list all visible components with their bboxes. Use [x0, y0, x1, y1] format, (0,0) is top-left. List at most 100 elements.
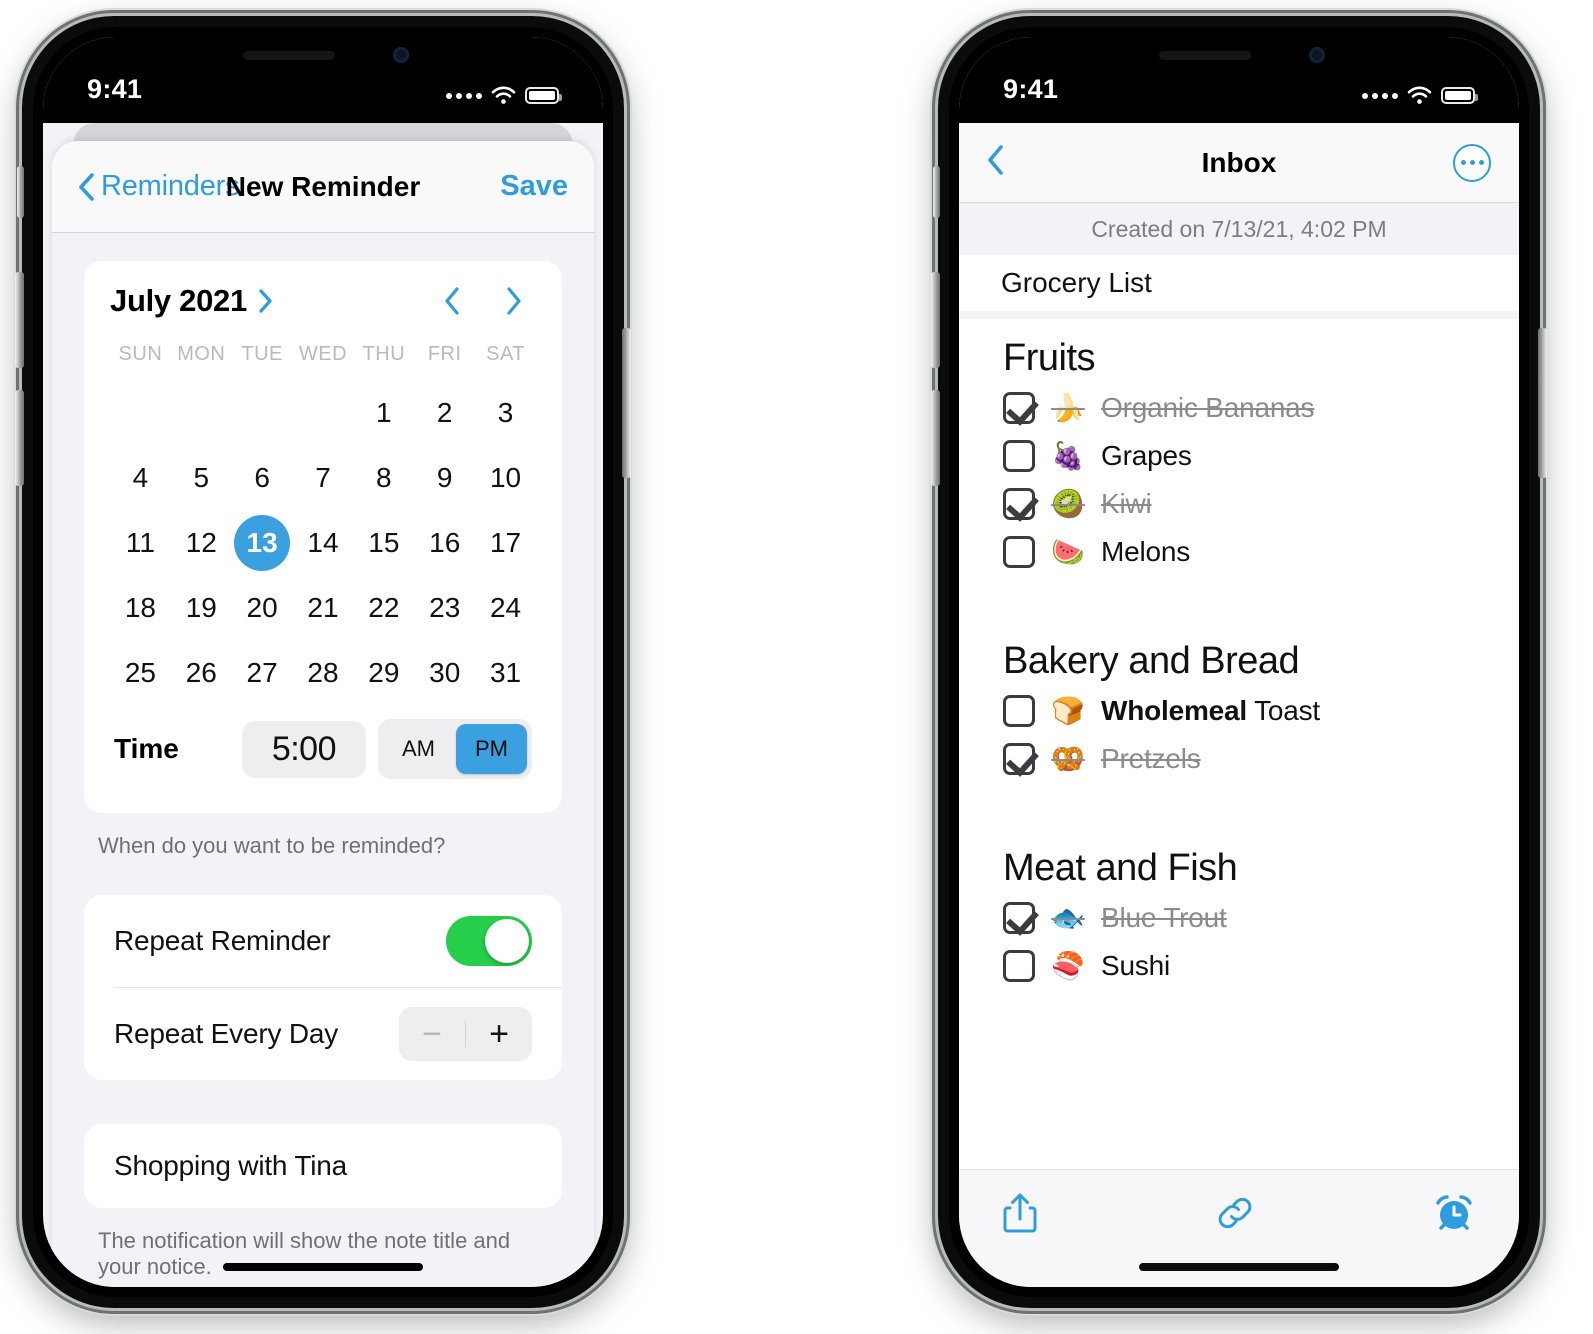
month-label: July 2021 [110, 283, 247, 318]
calendar-cell: 10 [475, 445, 536, 510]
silent-switch[interactable] [17, 166, 24, 218]
calendar-day[interactable]: 1 [356, 385, 412, 441]
note-body[interactable]: Fruits 🍌 Organic Bananas 🍇 Grapes 🥝 Kiwi 🍉 Melon… [979, 319, 1499, 1169]
checklist-item-label: Kiwi [1101, 488, 1152, 519]
previous-month-button[interactable] [444, 287, 460, 315]
calendar-day[interactable]: 15 [356, 515, 412, 571]
calendar-day[interactable]: 19 [173, 580, 229, 636]
calendar-day[interactable]: 22 [356, 580, 412, 636]
calendar-day[interactable]: 25 [112, 645, 168, 701]
volume-up-button[interactable] [15, 272, 24, 368]
calendar-day[interactable]: 6 [234, 450, 290, 506]
calendar-day[interactable]: 5 [173, 450, 229, 506]
content-gap [959, 311, 1519, 319]
new-reminder-sheet: Reminders New Reminder Save July 2021 SU… [52, 141, 594, 1287]
checklist-item[interactable]: 🍇 Grapes [1003, 432, 1475, 480]
calendar-day[interactable]: 21 [295, 580, 351, 636]
calendar-cell: 31 [475, 640, 536, 705]
calendar-cell: 14 [293, 510, 354, 575]
note-title-card[interactable]: Shopping with Tina [84, 1124, 562, 1208]
calendar-day[interactable]: 14 [295, 515, 351, 571]
checkbox-checked[interactable] [1003, 488, 1035, 520]
checklist-item[interactable]: 🍣 Sushi [1003, 942, 1475, 990]
calendar-day[interactable]: 10 [478, 450, 534, 506]
calendar-day[interactable]: 31 [478, 645, 534, 701]
checklist-item[interactable]: 🥨 Pretzels [1003, 735, 1475, 783]
checklist-item-label-bold: Wholemeal [1101, 695, 1248, 726]
home-indicator[interactable] [223, 1263, 423, 1271]
alarm-clock-icon[interactable] [1433, 1192, 1475, 1239]
checkbox-unchecked[interactable] [1003, 536, 1035, 568]
navigation-bar: Reminders New Reminder Save [52, 141, 594, 233]
power-button[interactable] [622, 328, 631, 478]
checklist-item[interactable]: 🍉 Melons [1003, 528, 1475, 576]
calendar-cell: 26 [171, 640, 232, 705]
pm-option[interactable]: PM [456, 724, 527, 774]
next-month-button[interactable] [506, 287, 522, 315]
checkbox-checked[interactable] [1003, 902, 1035, 934]
calendar-day[interactable]: 2 [417, 385, 473, 441]
battery-icon [525, 87, 562, 104]
calendar-day[interactable]: 9 [417, 450, 473, 506]
repeat-reminder-row[interactable]: Repeat Reminder [84, 895, 562, 987]
calendar-grid: SUN MON TUE WED THU FRI SAT 1 2 3 4 5 6 7 8 9 10 11 12 13 14… [110, 335, 536, 705]
cellular-dots-icon [1362, 92, 1398, 99]
calendar-day[interactable]: 4 [112, 450, 168, 506]
checklist-item[interactable]: 🥝 Kiwi [1003, 480, 1475, 528]
stepper-decrement-button[interactable]: − [399, 1017, 465, 1051]
calendar-day[interactable]: 27 [234, 645, 290, 701]
calendar-day[interactable]: 16 [417, 515, 473, 571]
volume-down-button[interactable] [931, 390, 940, 486]
calendar-day[interactable]: 28 [295, 645, 351, 701]
calendar-day[interactable]: 11 [112, 515, 168, 571]
calendar-day[interactable]: 7 [295, 450, 351, 506]
checkbox-unchecked[interactable] [1003, 950, 1035, 982]
calendar-day[interactable]: 20 [234, 580, 290, 636]
checklist-item[interactable]: 🍌 Organic Bananas [1003, 384, 1475, 432]
calendar-day[interactable]: 3 [478, 385, 534, 441]
note-title-input[interactable]: Grocery List [979, 255, 1499, 311]
calendar-day[interactable]: 24 [478, 580, 534, 636]
time-input[interactable]: 5:00 [241, 720, 366, 778]
calendar-day[interactable]: 17 [478, 515, 534, 571]
checkbox-checked[interactable] [1003, 743, 1035, 775]
calendar-day-selected[interactable]: 13 [234, 514, 291, 571]
watermelon-emoji: 🍉 [1051, 536, 1085, 567]
month-selector-button[interactable]: July 2021 [110, 283, 272, 319]
checklist-item[interactable]: 🍞 Wholemeal Toast [1003, 687, 1475, 735]
power-button[interactable] [1538, 328, 1547, 478]
created-on-label: Created on 7/13/21, 4:02 PM [959, 203, 1519, 255]
checklist-item-label: Pretzels [1101, 743, 1201, 774]
status-bar-time: 9:41 [87, 74, 143, 104]
link-icon[interactable] [1214, 1192, 1256, 1239]
calendar-day[interactable]: 30 [417, 645, 473, 701]
silent-switch[interactable] [933, 166, 940, 218]
status-bar-indicators [446, 86, 562, 105]
calendar-day[interactable]: 12 [173, 515, 229, 571]
calendar-cell: 15 [353, 510, 414, 575]
volume-up-button[interactable] [931, 272, 940, 368]
chevron-right-icon [259, 289, 272, 313]
home-indicator[interactable] [1139, 1263, 1339, 1271]
calendar-cell: 4 [110, 445, 171, 510]
checkbox-unchecked[interactable] [1003, 440, 1035, 472]
share-icon[interactable] [1003, 1192, 1037, 1239]
am-option[interactable]: AM [383, 724, 454, 774]
wifi-icon [491, 86, 516, 105]
calendar-day[interactable]: 18 [112, 580, 168, 636]
checklist-item[interactable]: 🐟 Blue Trout [1003, 894, 1475, 942]
calendar-day[interactable]: 8 [356, 450, 412, 506]
volume-down-button[interactable] [15, 390, 24, 486]
calendar-day[interactable]: 23 [417, 580, 473, 636]
save-button[interactable]: Save [500, 170, 568, 203]
notch [209, 37, 437, 73]
calendar-day[interactable]: 29 [356, 645, 412, 701]
calendar-day[interactable]: 26 [173, 645, 229, 701]
front-camera [1309, 47, 1325, 63]
checkbox-unchecked[interactable] [1003, 695, 1035, 727]
checkbox-checked[interactable] [1003, 392, 1035, 424]
stepper-increment-button[interactable]: + [466, 1017, 532, 1051]
repeat-reminder-toggle[interactable] [446, 916, 532, 966]
back-to-reminders-button[interactable]: Reminders [78, 170, 240, 203]
